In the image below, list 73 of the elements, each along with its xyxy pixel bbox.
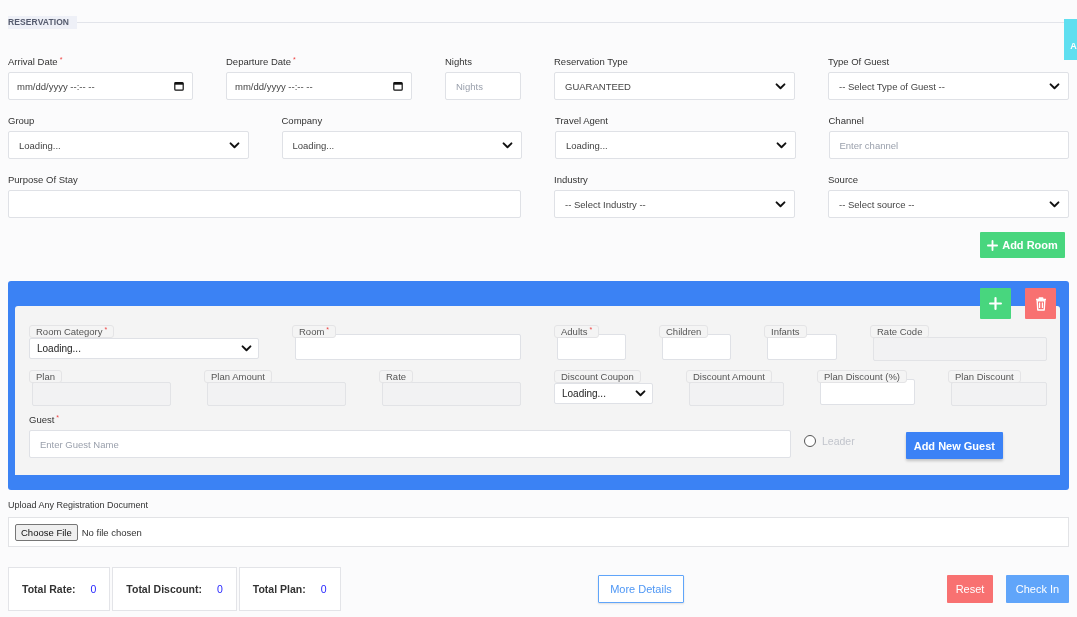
field-label: Purpose Of Stay bbox=[8, 174, 78, 186]
text-field[interactable]: Enter Guest Name bbox=[29, 430, 791, 458]
plus-icon bbox=[987, 239, 999, 251]
field-label: Guest bbox=[29, 414, 55, 426]
file-status: No file chosen bbox=[81, 526, 142, 538]
chevron-down-icon bbox=[775, 200, 786, 208]
field-label: Room Category bbox=[36, 326, 103, 337]
text-field[interactable]: Enter channel bbox=[828, 131, 1069, 159]
field-label: Source bbox=[828, 174, 859, 186]
delete-button[interactable] bbox=[1025, 288, 1056, 319]
dropdown[interactable]: -- Select source -- bbox=[828, 190, 1069, 218]
radio-button[interactable] bbox=[804, 435, 816, 447]
dropdown[interactable]: Loading... bbox=[555, 131, 796, 159]
chevron-down-icon bbox=[228, 141, 240, 149]
field-label: Group bbox=[8, 115, 35, 127]
total-value: 0 bbox=[90, 583, 97, 595]
dropdown[interactable]: Loading... bbox=[281, 131, 522, 159]
dropdown[interactable]: -- Select Type of Guest -- bbox=[828, 72, 1069, 100]
field-label: Channel bbox=[828, 115, 864, 127]
chevron-down-icon bbox=[502, 141, 513, 149]
date-field[interactable]: mm/dd/yyyy --:-- -- bbox=[226, 72, 412, 100]
field-label: Plan Discount bbox=[955, 371, 1014, 382]
date-field[interactable]: mm/dd/yyyy --:-- -- bbox=[8, 72, 193, 100]
choose-file-button[interactable]: Choose File bbox=[15, 523, 78, 541]
field-label: Plan Discount (%) bbox=[824, 371, 901, 382]
field-label: Plan bbox=[36, 371, 55, 382]
trash-icon bbox=[1034, 296, 1047, 311]
chevron-down-icon bbox=[1049, 82, 1060, 90]
dropdown[interactable]: Loading... bbox=[8, 131, 249, 159]
dropdown[interactable]: Loading... bbox=[554, 383, 653, 404]
text-field[interactable] bbox=[295, 334, 521, 360]
section-title: RESERVATION bbox=[8, 16, 78, 29]
total-label: Total Plan: bbox=[252, 583, 306, 595]
field-label: Rate Code bbox=[877, 326, 923, 337]
field-label: Type Of Guest bbox=[828, 56, 890, 68]
text-field[interactable] bbox=[8, 190, 521, 218]
text-field[interactable] bbox=[662, 334, 731, 360]
dropdown[interactable]: -- Select Industry -- bbox=[554, 190, 795, 218]
dropdown[interactable]: GUARANTEED bbox=[554, 72, 795, 100]
text-field[interactable]: Nights bbox=[445, 72, 521, 100]
add-guest-button[interactable]: Add New Guest bbox=[905, 432, 1003, 459]
field-label: Adults bbox=[561, 326, 588, 337]
chevron-down-icon bbox=[775, 141, 787, 149]
chevron-down-icon bbox=[1049, 200, 1060, 208]
field-label: Infants bbox=[771, 326, 800, 337]
total-value: 0 bbox=[320, 583, 327, 595]
chevron-down-icon bbox=[775, 82, 786, 90]
field-label: Reservation Type bbox=[554, 56, 628, 68]
field-label: Children bbox=[666, 326, 702, 337]
calendar-icon bbox=[393, 81, 403, 91]
dropdown[interactable]: Loading... bbox=[29, 338, 259, 359]
field-label: Discount Coupon bbox=[561, 371, 634, 382]
plus-icon bbox=[989, 297, 1002, 310]
field-label: Departure Date bbox=[226, 56, 291, 68]
field-label: Travel Agent bbox=[555, 115, 608, 127]
field-label: Rate bbox=[386, 371, 407, 382]
upload-label: Upload Any Registration Document bbox=[8, 499, 150, 511]
total-label: Total Rate: bbox=[22, 583, 76, 595]
field-label: Company bbox=[281, 115, 323, 127]
total-value: 0 bbox=[216, 583, 223, 595]
text-field[interactable] bbox=[557, 334, 626, 360]
field-label: Plan Amount bbox=[211, 371, 265, 382]
text-field[interactable] bbox=[767, 334, 837, 360]
field-label: Industry bbox=[554, 174, 588, 186]
add-button[interactable] bbox=[980, 288, 1011, 319]
field-label: Room bbox=[299, 326, 325, 337]
calendar-icon bbox=[174, 81, 184, 91]
field-label: Discount Amount bbox=[693, 371, 765, 382]
field-label: Nights bbox=[445, 56, 472, 68]
chevron-down-icon bbox=[635, 390, 646, 397]
chevron-down-icon bbox=[241, 345, 252, 352]
total-label: Total Discount: bbox=[126, 583, 202, 595]
field-label: Arrival Date bbox=[8, 56, 58, 68]
